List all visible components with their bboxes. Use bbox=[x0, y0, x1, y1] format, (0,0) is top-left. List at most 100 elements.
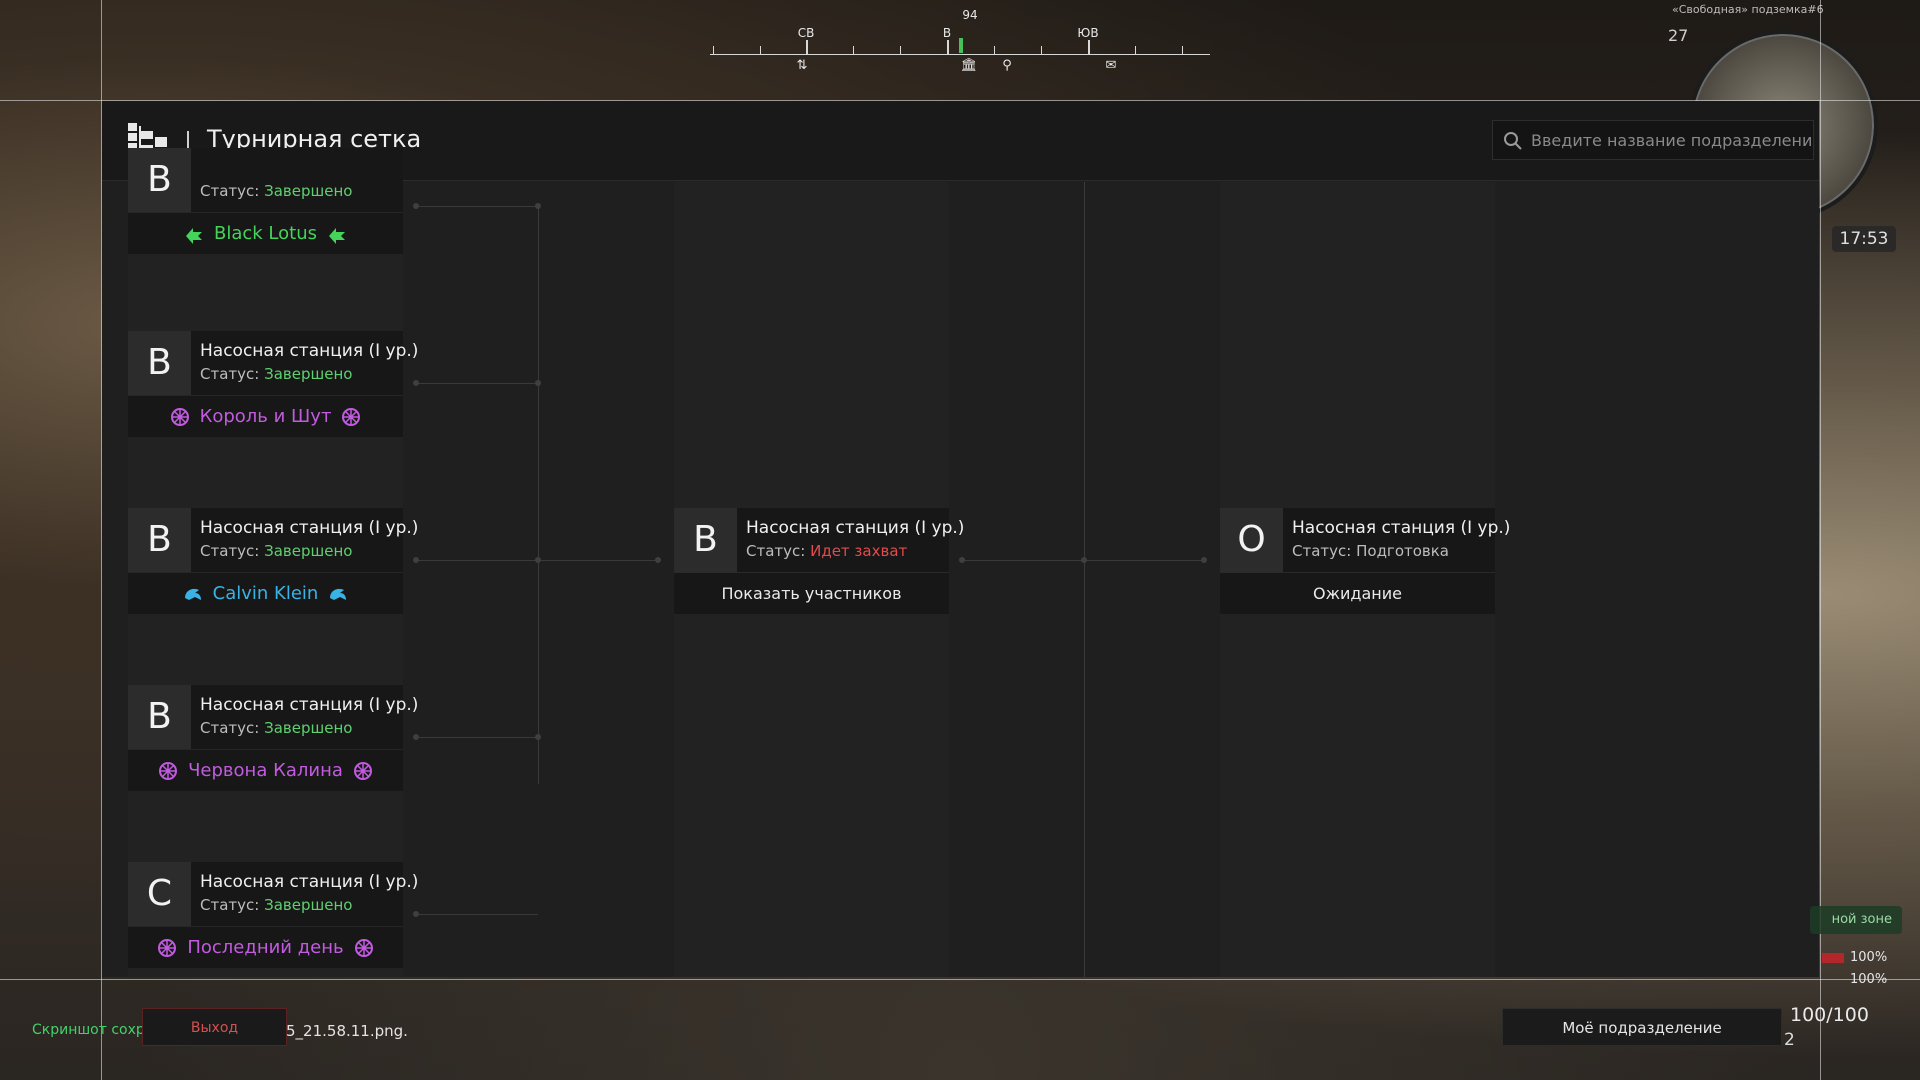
connector-dot bbox=[535, 557, 541, 563]
flower-emblem-icon bbox=[158, 938, 177, 957]
arrow-emblem-icon bbox=[186, 227, 202, 244]
match-card[interactable]: B Насосная станция (I ур.) Статус: Завер… bbox=[128, 508, 418, 572]
compass-heading: 94 bbox=[962, 8, 978, 22]
connector-dot bbox=[1081, 557, 1087, 563]
search-box[interactable] bbox=[1492, 120, 1814, 160]
bracket-connector bbox=[418, 914, 538, 915]
stat-bar: 100% bbox=[1822, 950, 1887, 965]
connector-dot bbox=[959, 557, 965, 563]
match-name: Насосная станция (I ур.) bbox=[200, 695, 419, 715]
wave-emblem-icon bbox=[184, 588, 201, 600]
connector-dot bbox=[413, 911, 419, 917]
match-letter: B bbox=[128, 508, 191, 572]
match-status: Статус: Завершено bbox=[200, 365, 353, 383]
flower-emblem-icon bbox=[159, 761, 178, 780]
winner-name: Червона Калина bbox=[188, 760, 343, 781]
winner-row: Последний день bbox=[128, 926, 403, 968]
winner-row: Calvin Klein bbox=[128, 572, 403, 614]
bracket-connector bbox=[418, 383, 538, 384]
match-card[interactable]: O Насосная станция (I ур.) Статус: Подго… bbox=[1220, 508, 1510, 572]
match-name: Насосная станция (I ур.) bbox=[200, 872, 419, 892]
compass-tick bbox=[806, 40, 808, 54]
mail-icon: ✉ bbox=[1105, 58, 1117, 73]
compass-tick bbox=[713, 46, 714, 54]
ammo-count: 2 bbox=[1784, 1030, 1795, 1050]
connector-dot bbox=[535, 380, 541, 386]
compass-direction-ne: СВ bbox=[797, 26, 815, 40]
connector-dot bbox=[413, 734, 419, 740]
match-card[interactable]: C Насосная станция (I ур.) Статус: Завер… bbox=[128, 862, 418, 926]
match-status: Статус: Завершено bbox=[200, 542, 353, 560]
bracket-connector bbox=[538, 206, 539, 784]
bracket-area: B Статус: Завершено Black Lotus B Насосн… bbox=[102, 148, 1819, 977]
compass-direction-se: ЮВ bbox=[1077, 26, 1099, 40]
match-card[interactable]: B Насосная станция (I ур.) Статус: Завер… bbox=[128, 331, 418, 395]
exit-button[interactable]: Выход bbox=[142, 1008, 287, 1046]
compass: 94 СВ В ЮВ ⇅ 🏛 ⚲ ✉ bbox=[710, 8, 1210, 78]
compass-tick bbox=[853, 46, 854, 54]
match-letter: C bbox=[128, 862, 191, 926]
minimap-location: «Свободная» подземка#6 bbox=[1672, 3, 1824, 16]
winner-row: Black Lotus bbox=[128, 212, 403, 254]
match-letter: B bbox=[674, 508, 737, 572]
waiting-label: Ожидание bbox=[1220, 572, 1495, 614]
match-name: Насосная станция (I ур.) bbox=[200, 518, 419, 538]
compass-direction-e: В bbox=[942, 26, 952, 40]
stat-bar: 100% bbox=[1850, 972, 1888, 987]
winner-name: Black Lotus bbox=[214, 223, 317, 244]
compass-tick bbox=[1088, 40, 1090, 54]
match-status: Статус: Завершено bbox=[200, 719, 353, 737]
connector-dot bbox=[413, 380, 419, 386]
connector-dot bbox=[1201, 557, 1207, 563]
compass-tick bbox=[994, 46, 995, 54]
match-status: Статус: Подготовка bbox=[1292, 542, 1450, 560]
match-letter: B bbox=[128, 148, 191, 212]
show-participants-button[interactable]: Показать участников bbox=[674, 572, 949, 614]
wave-emblem-icon bbox=[330, 588, 347, 600]
compass-tick bbox=[947, 40, 949, 54]
match-status: Статус: Идет захват bbox=[746, 542, 908, 560]
compass-tick bbox=[1041, 46, 1042, 54]
connector-dot bbox=[655, 557, 661, 563]
flower-emblem-icon bbox=[354, 938, 373, 957]
winner-name: Король и Шут bbox=[199, 406, 332, 427]
match-letter: O bbox=[1220, 508, 1283, 572]
zone-badge: ной зоне bbox=[1810, 906, 1902, 934]
match-name: Насосная станция (I ур.) bbox=[746, 518, 965, 538]
compass-current-marker bbox=[959, 38, 963, 53]
game-clock: 17:53 bbox=[1832, 226, 1896, 252]
match-card[interactable]: B Насосная станция (I ур.) Статус: Завер… bbox=[128, 685, 418, 749]
compass-tick bbox=[900, 46, 901, 54]
player-level: 27 bbox=[1668, 26, 1689, 45]
winner-name: Calvin Klein bbox=[212, 583, 319, 604]
match-name: Насосная станция (I ур.) bbox=[200, 341, 419, 361]
screenshot-filename: 5_21.58.11.png. bbox=[286, 1022, 408, 1040]
flower-emblem-icon bbox=[353, 761, 372, 780]
match-card[interactable]: B Статус: Завершено bbox=[128, 148, 403, 212]
match-status: Статус: Завершено bbox=[200, 182, 353, 200]
connector-dot bbox=[535, 734, 541, 740]
flower-emblem-icon bbox=[342, 407, 361, 426]
health-value: 100/100 bbox=[1790, 1004, 1869, 1026]
search-icon bbox=[1504, 132, 1522, 150]
match-name: Насосная станция (I ур.) bbox=[1292, 518, 1511, 538]
bracket-connector bbox=[418, 737, 538, 738]
bracket-connector bbox=[418, 206, 538, 207]
winner-name: Последний день bbox=[187, 937, 344, 958]
tournament-bracket-panel: Турнирная сетка Введите название подразд… bbox=[102, 101, 1819, 977]
swap-arrows-icon: ⇅ bbox=[796, 58, 808, 73]
match-card[interactable]: B Насосная станция (I ур.) Статус: Идет … bbox=[674, 508, 964, 572]
match-letter: B bbox=[128, 685, 191, 749]
compass-tick bbox=[1135, 46, 1136, 54]
screenshot-notice: Скриншот сохр bbox=[32, 1022, 145, 1038]
connector-dot bbox=[535, 203, 541, 209]
connector-dot bbox=[413, 203, 419, 209]
compass-tick bbox=[1182, 46, 1183, 54]
match-status: Статус: Завершено bbox=[200, 896, 353, 914]
my-unit-button[interactable]: Моё подразделение bbox=[1502, 1008, 1782, 1046]
bracket-connector bbox=[1084, 182, 1085, 977]
frame-line bbox=[0, 979, 1920, 980]
search-input[interactable] bbox=[1531, 121, 1811, 159]
magnifier-icon: ⚲ bbox=[1002, 58, 1012, 73]
winner-row: Червона Калина bbox=[128, 749, 403, 791]
